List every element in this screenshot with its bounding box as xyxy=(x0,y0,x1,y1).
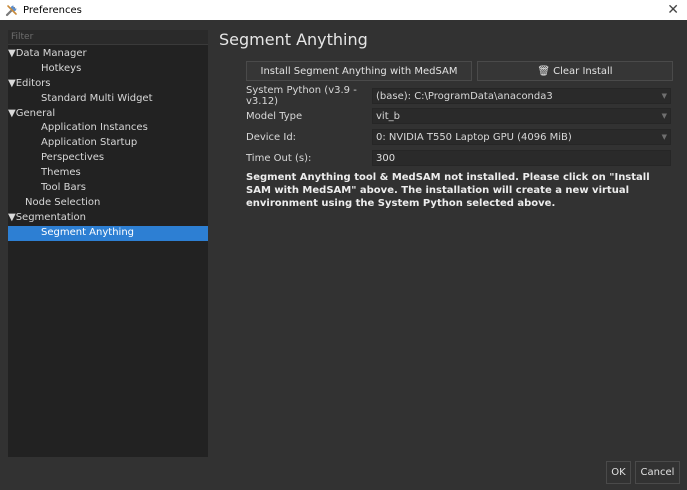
python-value: (base): C:\ProgramData\anaconda3 xyxy=(376,90,553,102)
window-title: Preferences xyxy=(23,4,82,16)
tree-item-editors[interactable]: ▼Editors xyxy=(8,77,208,92)
filter-input[interactable] xyxy=(8,30,208,45)
expand-arrow-icon[interactable]: ▼ xyxy=(8,212,16,223)
tree-item-label: Tool Bars xyxy=(41,182,86,194)
tree-item-label: Themes xyxy=(41,167,81,179)
tree-item-label: Segmentation xyxy=(15,211,86,223)
tree-item-segment-anything[interactable]: Segment Anything xyxy=(8,225,208,241)
install-button-row: Install Segment Anything with MedSAM 🗑 C… xyxy=(246,61,673,81)
expand-arrow-icon[interactable]: ▼ xyxy=(8,78,16,89)
timeout-row: Time Out (s): xyxy=(246,150,671,166)
tree-item-data-manager[interactable]: ▼Data Manager xyxy=(8,47,208,62)
tree-item-standard-multi-widget[interactable]: Standard Multi Widget xyxy=(8,92,208,107)
tree-item-label: Node Selection xyxy=(25,196,101,208)
preferences-sidebar: ▼Data ManagerHotkeys▼EditorsStandard Mul… xyxy=(8,30,208,457)
tree-item-hotkeys[interactable]: Hotkeys xyxy=(8,62,208,77)
model-type-label: Model Type xyxy=(246,110,303,122)
timeout-label: Time Out (s): xyxy=(246,152,312,164)
close-icon[interactable]: ✕ xyxy=(667,2,679,18)
device-id-label: Device Id: xyxy=(246,131,297,143)
tree-item-general[interactable]: ▼General xyxy=(8,107,208,122)
tree-item-themes[interactable]: Themes xyxy=(8,166,208,181)
expand-arrow-icon[interactable]: ▼ xyxy=(8,108,16,119)
preferences-tools-icon xyxy=(5,5,17,17)
device-id-value: 0: NVIDIA T550 Laptop GPU (4096 MiB) xyxy=(376,131,572,143)
python-label: System Python (v3.9 - v3.12) xyxy=(246,85,357,107)
model-type-row: Model Type vit_b ▼ xyxy=(246,108,671,124)
clear-install-button[interactable]: 🗑 Clear Install xyxy=(477,61,673,81)
tree-item-label: Application Instances xyxy=(41,122,148,134)
tree-item-tool-bars[interactable]: Tool Bars xyxy=(8,181,208,196)
expand-arrow-icon[interactable]: ▼ xyxy=(8,48,16,59)
timeout-input[interactable] xyxy=(372,150,671,166)
tree-item-label: Hotkeys xyxy=(41,62,82,74)
trash-icon: 🗑 xyxy=(537,65,551,77)
chevron-down-icon: ▼ xyxy=(661,92,667,100)
tree-item-label: Application Startup xyxy=(41,137,138,149)
tree-item-application-instances[interactable]: Application Instances xyxy=(8,121,208,136)
tree-item-node-selection[interactable]: Node Selection xyxy=(8,196,208,211)
clear-install-label: Clear Install xyxy=(553,65,613,77)
tree-item-label: Segment Anything xyxy=(41,226,134,238)
title-bar: Preferences ✕ xyxy=(0,0,687,20)
model-type-select[interactable]: vit_b ▼ xyxy=(372,108,671,124)
install-sam-button[interactable]: Install Segment Anything with MedSAM xyxy=(246,61,472,81)
chevron-down-icon: ▼ xyxy=(661,112,667,120)
python-select[interactable]: (base): C:\ProgramData\anaconda3 ▼ xyxy=(372,88,671,104)
device-id-select[interactable]: 0: NVIDIA T550 Laptop GPU (4096 MiB) ▼ xyxy=(372,129,671,145)
preference-page: Segment Anything Install Segment Anythin… xyxy=(219,30,679,209)
device-id-row: Device Id: 0: NVIDIA T550 Laptop GPU (40… xyxy=(246,129,671,145)
install-status-message: Segment Anything tool & MedSAM not insta… xyxy=(246,172,650,209)
tree-item-segmentation[interactable]: ▼Segmentation xyxy=(8,211,208,226)
chevron-down-icon: ▼ xyxy=(661,133,667,141)
tree-item-label: Perspectives xyxy=(41,152,105,164)
tree-item-label: Standard Multi Widget xyxy=(41,92,153,104)
python-row: System Python (v3.9 - v3.12) (base): C:\… xyxy=(246,85,671,107)
cancel-button[interactable]: Cancel xyxy=(635,461,680,484)
page-title: Segment Anything xyxy=(219,30,368,49)
tree-item-label: General xyxy=(15,107,56,119)
tree-item-perspectives[interactable]: Perspectives xyxy=(8,151,208,166)
ok-button[interactable]: OK xyxy=(606,461,631,484)
tree-item-application-startup[interactable]: Application Startup xyxy=(8,136,208,151)
preferences-tree: ▼Data Manager Hotkeys ▼Editors Standard Mul… xyxy=(8,45,208,241)
tree-item-label: Data Manager xyxy=(15,48,87,59)
tree-item-label: Editors xyxy=(15,77,51,89)
model-type-value: vit_b xyxy=(376,110,400,122)
